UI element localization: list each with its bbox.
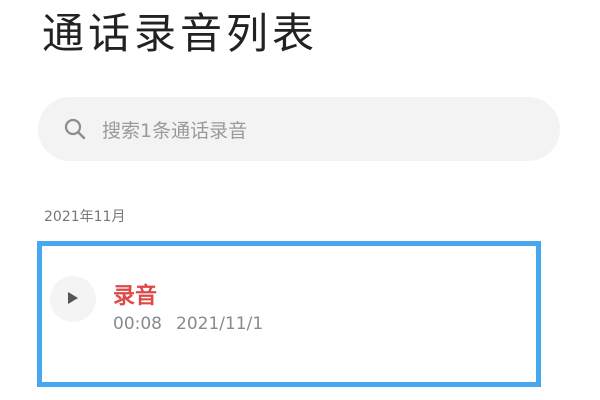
recording-meta: 00:08 2021/11/1 bbox=[113, 314, 263, 334]
search-icon bbox=[62, 116, 88, 142]
section-header-month: 2021年11月 bbox=[44, 209, 126, 225]
call-recordings-page: 通话录音列表 搜索1条通话录音 2021年11月 录音 00:08 2021/11… bbox=[0, 0, 600, 400]
page-title: 通话录音列表 bbox=[42, 9, 319, 58]
search-placeholder: 搜索1条通话录音 bbox=[102, 119, 248, 142]
recording-date: 2021/11/1 bbox=[176, 314, 264, 334]
search-bar[interactable]: 搜索1条通话录音 bbox=[38, 97, 560, 161]
play-icon bbox=[66, 290, 80, 309]
play-button[interactable] bbox=[50, 276, 96, 322]
recording-title: 录音 bbox=[113, 284, 158, 309]
recording-duration: 00:08 bbox=[113, 314, 162, 334]
recording-list-item[interactable]: 录音 00:08 2021/11/1 bbox=[37, 241, 541, 387]
